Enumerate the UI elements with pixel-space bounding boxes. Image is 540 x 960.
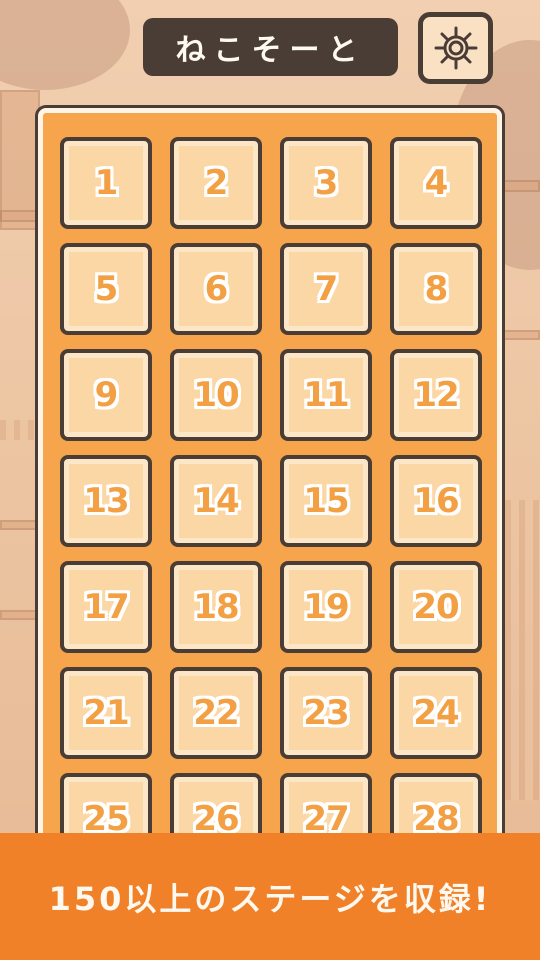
stage-number: 21: [83, 693, 129, 733]
stage-number: 14: [193, 481, 239, 521]
stage-button[interactable]: 1: [60, 137, 152, 229]
stage-number: 20: [413, 587, 459, 627]
settings-button[interactable]: [418, 12, 493, 84]
stage-button[interactable]: 14: [170, 455, 262, 547]
app-title-text: ねこそーと: [175, 33, 366, 68]
stage-button[interactable]: 5: [60, 243, 152, 335]
stage-button[interactable]: 10: [170, 349, 262, 441]
promo-banner: 150以上のステージを収録!: [0, 833, 540, 960]
stage-button[interactable]: 24: [390, 667, 482, 759]
stage-number: 3: [314, 163, 339, 203]
stage-button[interactable]: 7: [280, 243, 372, 335]
stage-button[interactable]: 2: [170, 137, 262, 229]
stage-number: 4: [424, 163, 449, 203]
stage-button[interactable]: 22: [170, 667, 262, 759]
stage-button[interactable]: 18: [170, 561, 262, 653]
stage-number: 24: [413, 693, 459, 733]
stage-number: 13: [83, 481, 129, 521]
stage-select-panel: 1 2 3 4 5 6 7 8 9 10 11 12 13 14 15 16 17 18 19 20 21 22 23 24 2…: [38, 108, 502, 868]
stage-button[interactable]: 6: [170, 243, 262, 335]
stage-number: 16: [413, 481, 459, 521]
stage-button[interactable]: 11: [280, 349, 372, 441]
stage-button[interactable]: 3: [280, 137, 372, 229]
stage-button[interactable]: 20: [390, 561, 482, 653]
stage-number: 23: [303, 693, 349, 733]
stage-number: 8: [424, 269, 449, 309]
stage-number: 12: [413, 375, 459, 415]
stage-grid: 1 2 3 4 5 6 7 8 9 10 11 12 13 14 15 16 17 18 19 20 21 22 23 24 2…: [60, 137, 482, 863]
stage-button[interactable]: 17: [60, 561, 152, 653]
stage-number: 1: [94, 163, 119, 203]
stage-number: 22: [193, 693, 239, 733]
stage-number: 10: [193, 375, 239, 415]
stage-button[interactable]: 8: [390, 243, 482, 335]
stage-button[interactable]: 23: [280, 667, 372, 759]
stage-number: 5: [94, 269, 119, 309]
stage-button[interactable]: 12: [390, 349, 482, 441]
app-title: ねこそーと: [143, 18, 398, 76]
stage-number: 11: [303, 375, 349, 415]
stage-number: 18: [193, 587, 239, 627]
stage-button[interactable]: 4: [390, 137, 482, 229]
stage-number: 15: [303, 481, 349, 521]
stage-number: 6: [204, 269, 229, 309]
stage-button[interactable]: 15: [280, 455, 372, 547]
stage-button[interactable]: 9: [60, 349, 152, 441]
stage-number: 7: [314, 269, 339, 309]
stage-number: 19: [303, 587, 349, 627]
stage-number: 9: [94, 375, 119, 415]
gear-icon: [434, 26, 477, 70]
promo-banner-text: 150以上のステージを収録!: [48, 879, 492, 918]
stage-button[interactable]: 19: [280, 561, 372, 653]
stage-button[interactable]: 16: [390, 455, 482, 547]
stage-number: 2: [204, 163, 229, 203]
stage-number: 17: [83, 587, 129, 627]
stage-button[interactable]: 21: [60, 667, 152, 759]
stage-button[interactable]: 13: [60, 455, 152, 547]
